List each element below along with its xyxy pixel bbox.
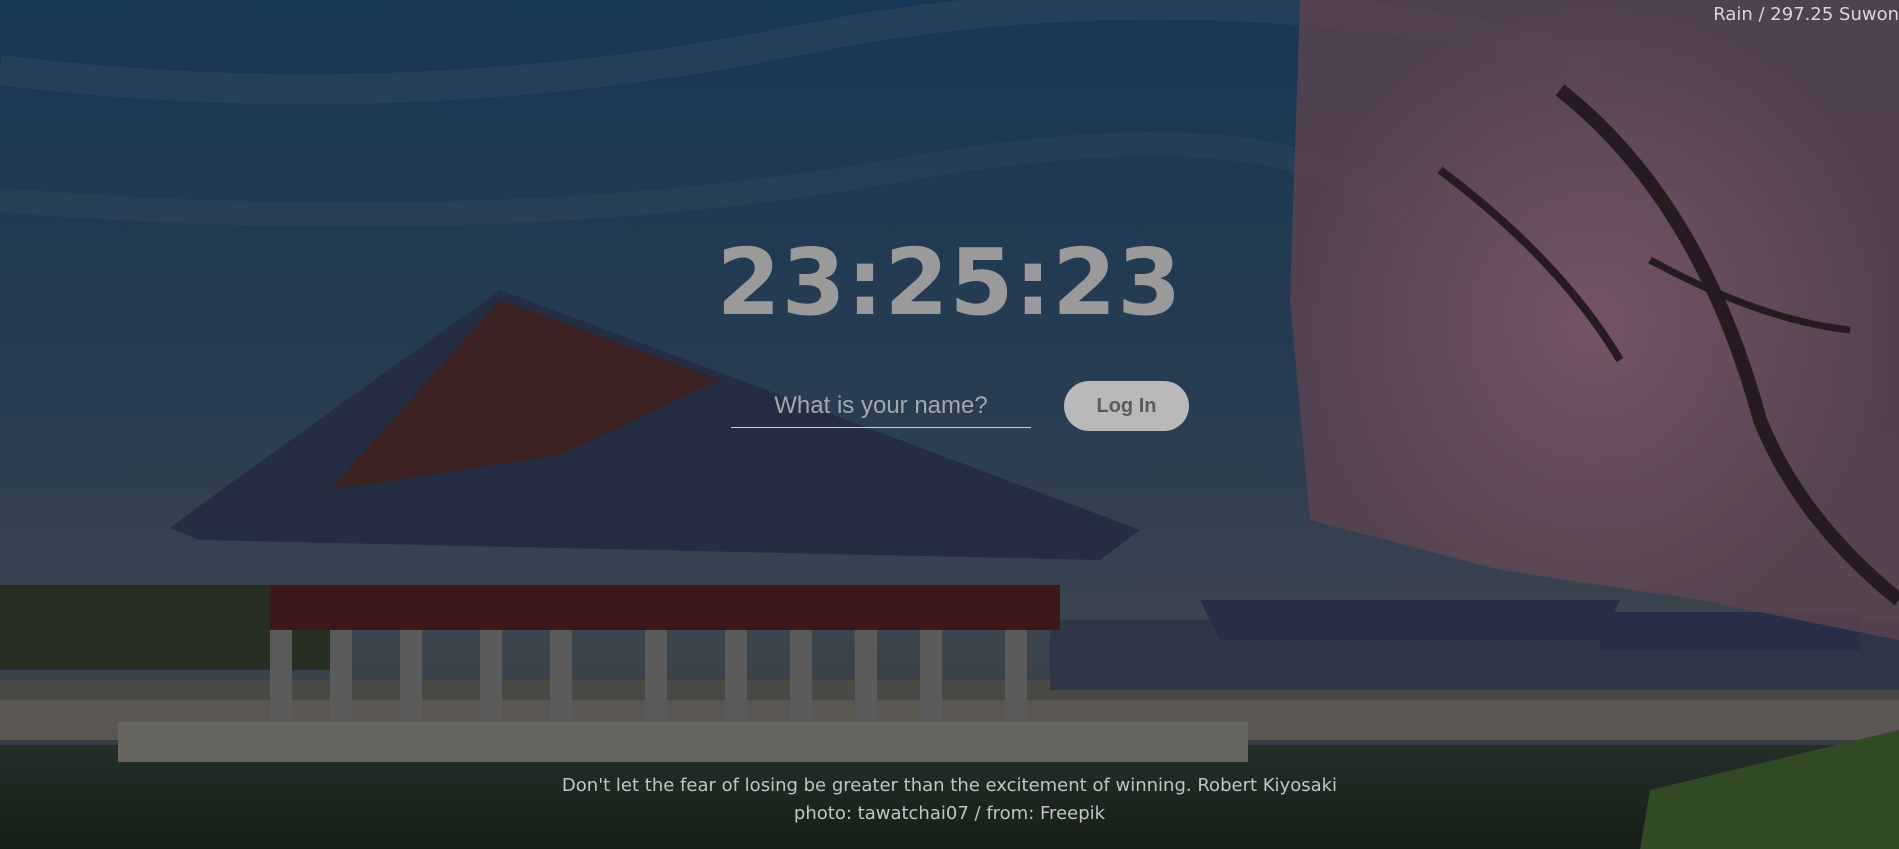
name-input[interactable]	[731, 384, 1031, 428]
login-button[interactable]: Log In	[1064, 381, 1189, 431]
quote-author: Robert Kiyosaki	[1197, 775, 1338, 796]
photo-source: Freepik	[1040, 803, 1106, 824]
clock: 23:25:23	[716, 229, 1183, 336]
quote-text: Don't let the fear of losing be greater …	[561, 775, 1192, 796]
login-form: Log In	[731, 380, 1191, 432]
quote: Don't let the fear of losing be greater …	[0, 772, 1899, 800]
photographer-name: tawatchai07	[857, 803, 969, 824]
photo-label: photo:	[793, 803, 852, 824]
quote-area: Don't let the fear of losing be greater …	[0, 772, 1899, 828]
from-label: from:	[986, 803, 1035, 824]
credit-separator: /	[974, 803, 981, 824]
weather-display: Rain / 297.25 Suwon	[1713, 4, 1899, 25]
photo-credit: photo: tawatchai07 / from: Freepik	[0, 800, 1899, 828]
